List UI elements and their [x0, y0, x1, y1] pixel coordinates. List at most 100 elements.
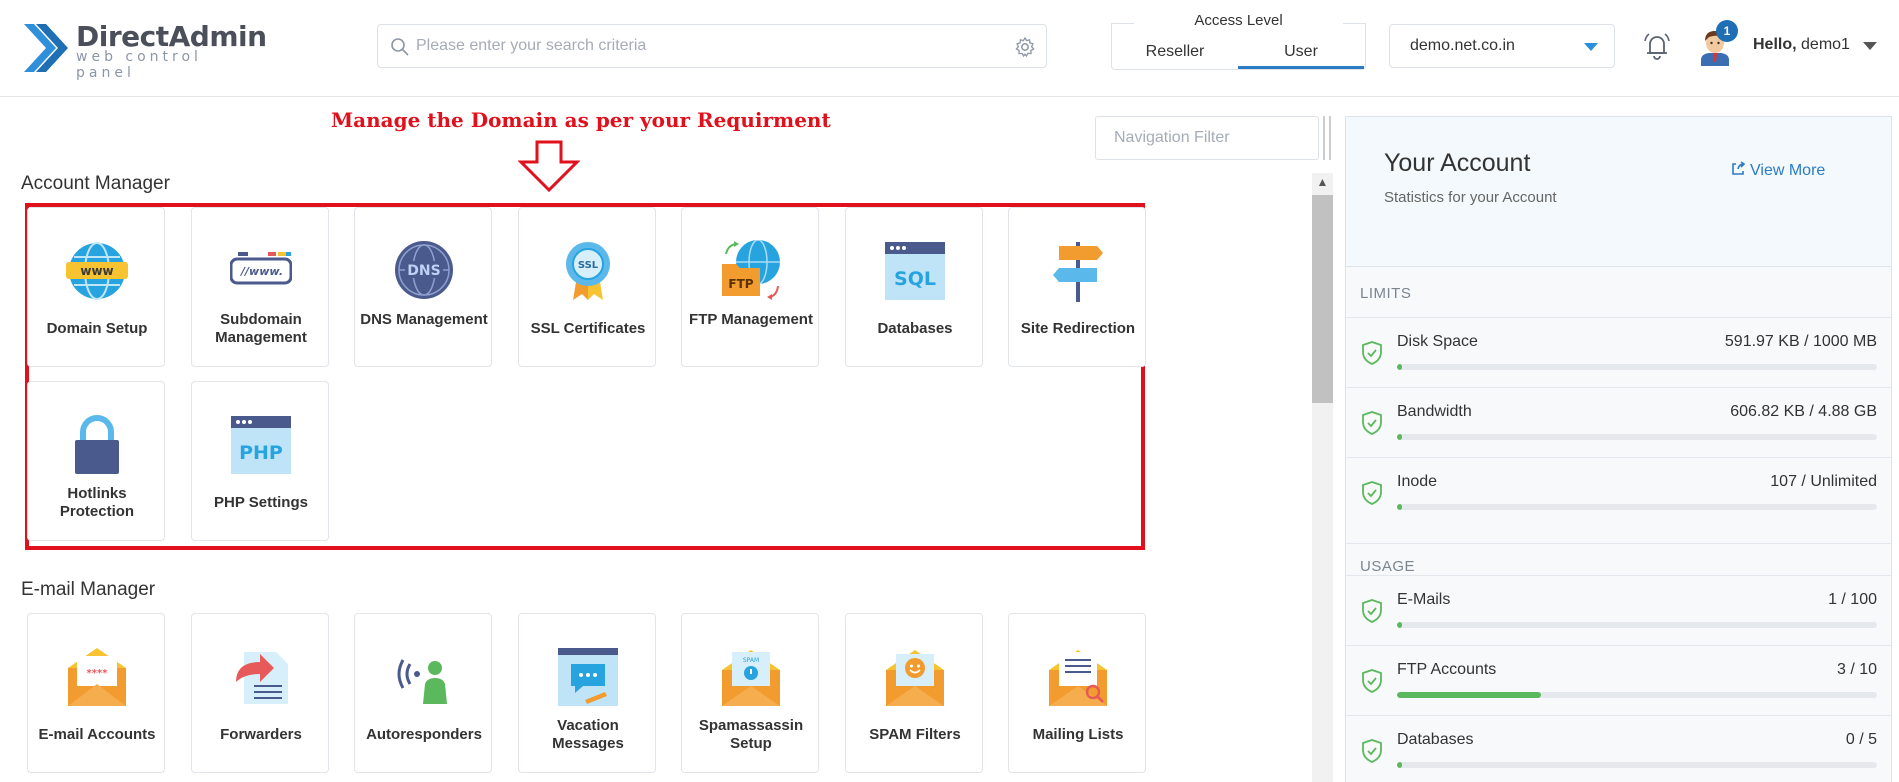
- tile-ftp-management[interactable]: FTP FTP Management: [681, 207, 819, 367]
- stat-value: 1 / 100: [1828, 591, 1877, 608]
- ssl-badge-icon: SSL: [566, 242, 610, 300]
- search-input[interactable]: [416, 25, 996, 67]
- gear-icon[interactable]: [1014, 36, 1036, 58]
- account-manager-title: Account Manager: [21, 173, 170, 194]
- tile-label: Site Redirection: [1020, 320, 1136, 337]
- tile-label: Hotlinks Protection: [59, 485, 135, 520]
- tile-email-accounts[interactable]: **** E-mail Accounts: [27, 613, 165, 773]
- tile-hotlinks-protection[interactable]: Hotlinks Protection: [27, 381, 165, 541]
- email-manager-title: E-mail Manager: [21, 579, 156, 600]
- stat-name: E-Mails: [1397, 591, 1451, 608]
- ftp-folder-icon: FTP: [722, 240, 780, 300]
- svg-text:****: ****: [87, 668, 109, 679]
- tile-label: DNS Management: [360, 311, 488, 328]
- tile-label: Domain Setup: [46, 320, 148, 337]
- email-envelope-icon: ****: [68, 648, 126, 706]
- top-header: DirectAdmin web control panel Access Lev…: [0, 0, 1899, 97]
- stat-value: 0 / 5: [1845, 731, 1877, 748]
- stat-value: 107 / Unlimited: [1770, 473, 1877, 490]
- chat-bubble-icon: [558, 648, 618, 706]
- tile-autoresponders[interactable]: Autoresponders: [354, 613, 492, 773]
- tile-domain-setup[interactable]: www Domain Setup: [27, 207, 165, 367]
- directadmin-logo-icon: [24, 24, 68, 72]
- navigation-filter-input[interactable]: Navigation Filter: [1095, 116, 1319, 160]
- tile-databases[interactable]: SQL Databases: [845, 207, 983, 367]
- domain-select-value: demo.net.co.in: [1410, 37, 1515, 54]
- tile-label: Vacation Messages: [552, 717, 624, 752]
- stat-value: 3 / 10: [1836, 661, 1877, 678]
- shield-check-icon: [1362, 341, 1382, 365]
- main-scrollbar[interactable]: ▲: [1312, 173, 1333, 782]
- tile-php-settings[interactable]: PHP PHP Settings: [191, 381, 329, 541]
- tile-label: Autoresponders: [366, 726, 482, 743]
- spam-envelope-icon: SPAM: [722, 650, 780, 706]
- scroll-thumb[interactable]: [1312, 195, 1333, 403]
- tile-spamassassin-setup[interactable]: SPAM Spamassassin Setup: [681, 613, 819, 773]
- user-menu-caret-icon[interactable]: [1863, 42, 1877, 50]
- stat-disk-space: Disk Space 591.97 KB / 1000 MB: [1346, 317, 1891, 387]
- tile-label: Forwarders: [220, 726, 302, 743]
- username: demo1: [1801, 36, 1850, 53]
- svg-text:SSL: SSL: [578, 260, 599, 271]
- tile-subdomain-management[interactable]: //www. Subdomain Management: [191, 207, 329, 367]
- svg-text:SPAM: SPAM: [743, 657, 759, 664]
- logo-tagline: web control panel: [76, 49, 202, 81]
- tile-vacation-messages[interactable]: Vacation Messages: [518, 613, 656, 773]
- stat-name: Inode: [1397, 473, 1438, 490]
- global-search[interactable]: [377, 24, 1047, 68]
- svg-text:DNS: DNS: [407, 263, 440, 279]
- subdomain-icon: //www.: [230, 252, 292, 285]
- tile-mailing-lists[interactable]: Mailing Lists: [1008, 613, 1146, 773]
- shield-check-icon: [1362, 739, 1382, 763]
- access-level-user[interactable]: User: [1238, 35, 1364, 69]
- tile-ssl-certificates[interactable]: SSL SSL Certificates: [518, 207, 656, 367]
- stat-emails: E-Mails 1 / 100: [1346, 575, 1891, 645]
- tile-label: E-mail Accounts: [38, 726, 156, 743]
- greeting-prefix: Hello,: [1753, 36, 1797, 53]
- annotation-down-arrow-icon: [518, 140, 580, 192]
- tile-site-redirection[interactable]: Site Redirection: [1008, 207, 1146, 367]
- stat-progress-bar: [1397, 364, 1877, 370]
- php-window-icon: PHP: [231, 416, 291, 474]
- stat-progress-bar: [1397, 692, 1877, 698]
- annotation-text: Manage the Domain as per your Requirment: [331, 108, 831, 132]
- stat-progress-fill: [1397, 692, 1541, 698]
- svg-text:PHP: PHP: [239, 442, 283, 464]
- stat-name: Databases: [1397, 731, 1474, 748]
- padlock-icon: [75, 415, 119, 474]
- tile-spam-filters[interactable]: SPAM Filters: [845, 613, 983, 773]
- filter-divider: [1323, 116, 1331, 160]
- view-more-label: View More: [1750, 162, 1826, 179]
- tile-label: Databases: [877, 320, 953, 337]
- stat-name: Bandwidth: [1397, 403, 1472, 420]
- stat-name: FTP Accounts: [1397, 661, 1497, 678]
- stat-progress-fill: [1397, 762, 1402, 768]
- view-more-link[interactable]: View More: [1730, 161, 1825, 180]
- stat-progress-fill: [1397, 364, 1402, 370]
- shield-check-icon: [1362, 669, 1382, 693]
- stat-progress-bar: [1397, 622, 1877, 628]
- tile-forwarders[interactable]: Forwarders: [191, 613, 329, 773]
- signpost-icon: [1053, 242, 1103, 302]
- stat-progress-fill: [1397, 504, 1402, 510]
- notification-badge: 1: [1716, 20, 1738, 42]
- directadmin-logo[interactable]: DirectAdmin web control panel: [20, 18, 267, 81]
- stat-progress-fill: [1397, 434, 1402, 440]
- access-level-reseller[interactable]: Reseller: [1112, 35, 1238, 69]
- external-link-icon: [1732, 161, 1746, 175]
- tile-label: SPAM Filters: [869, 726, 961, 743]
- your-account-header: Your Account Statistics for your Account…: [1346, 117, 1891, 267]
- user-greeting[interactable]: Hello, demo1: [1753, 36, 1850, 54]
- bell-alarm-icon[interactable]: [1640, 29, 1674, 63]
- autoresponder-icon: [397, 659, 447, 704]
- smiley-envelope-icon: [886, 650, 944, 706]
- access-level-box: Reseller User: [1111, 23, 1366, 70]
- svg-text:FTP: FTP: [728, 277, 753, 291]
- scroll-up-arrow-icon[interactable]: ▲: [1312, 173, 1333, 191]
- svg-text:www: www: [80, 264, 113, 278]
- domain-select[interactable]: demo.net.co.in: [1389, 24, 1615, 68]
- shield-check-icon: [1362, 599, 1382, 623]
- stat-progress-bar: [1397, 434, 1877, 440]
- tile-label: SSL Certificates: [530, 320, 646, 337]
- tile-dns-management[interactable]: DNS DNS Management: [354, 207, 492, 367]
